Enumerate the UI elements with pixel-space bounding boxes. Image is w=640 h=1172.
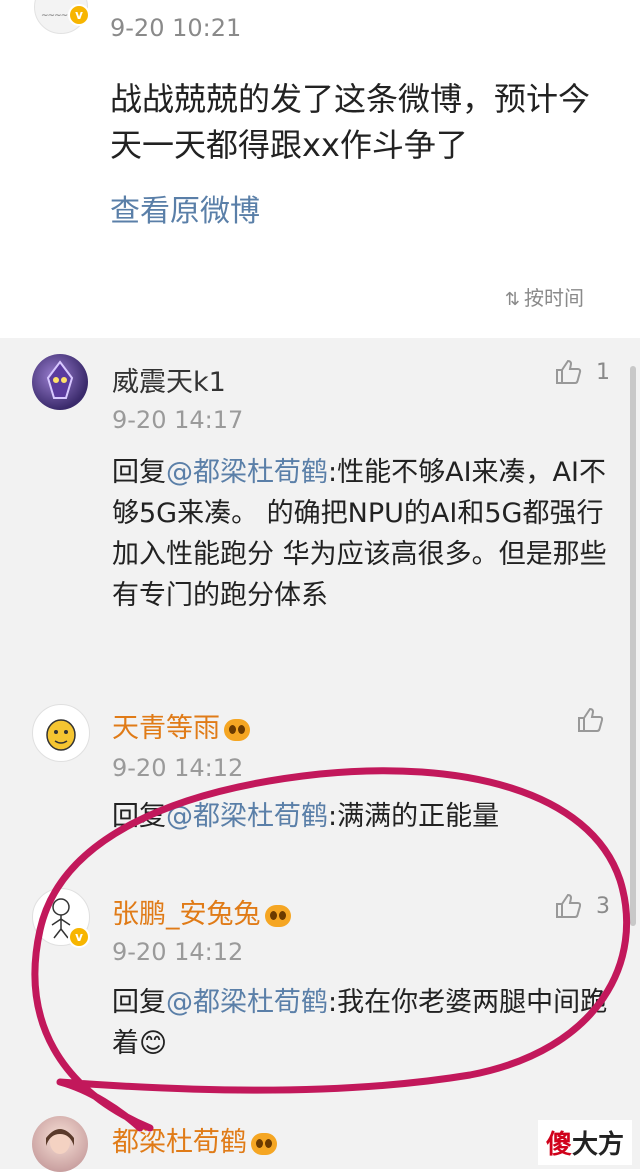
comment-username[interactable]: 威震天k1 [112,360,226,399]
comment-username[interactable]: 天青等雨 [112,706,250,745]
verified-badge-icon: v [68,4,90,26]
cartoon-dog-avatar-icon [46,719,76,751]
comment-avatar[interactable] [32,1116,88,1172]
comment-item: 天青等雨 9-20 14:12 回复@都梁杜荀鹤:满满的正能量 [0,698,640,868]
thumbs-up-icon[interactable] [554,358,582,386]
comment-body: :满满的正能量 [328,801,500,832]
watermark-red-char: 傻 [545,1130,572,1160]
comment-username[interactable]: 张鹏_安兔兔 [112,892,291,931]
username-text: 张鹏_安兔兔 [112,899,261,930]
reply-prefix: 回复 [112,801,166,832]
comment-username[interactable]: 都梁杜荀鹤 [112,1120,277,1159]
comment-text: 回复@都梁杜荀鹤:性能不够AI来凑，AI不够5G来凑。 的确把NPU的AI和5G… [112,452,612,616]
scrollbar[interactable] [630,366,636,926]
thumbs-up-icon[interactable] [554,892,582,920]
sort-by-time-button[interactable]: ⇅ 按时间 [505,282,584,311]
comment-text: 回复@都梁杜荀鹤:满满的正能量 [112,796,612,837]
original-post: ~~~~~ v 9-20 10:21 战战兢兢的发了这条微博，预计今天一天都得跟… [0,0,640,338]
comment-time: 9-20 14:12 [112,754,244,782]
view-original-link[interactable]: 查看原微博 [110,186,260,230]
sort-time-icon: ⇅ [504,289,520,310]
comment-text: 回复@都梁杜荀鹤:我在你老婆两腿中间跪着😊 [112,982,612,1064]
comment-list: 威震天k1 9-20 14:17 回复@都梁杜荀鹤:性能不够AI来凑，AI不够5… [0,338,640,1172]
username-text: 天青等雨 [112,713,220,744]
reply-prefix: 回复 [112,987,166,1018]
fan-badge-icon [224,718,250,741]
comment-time: 9-20 14:17 [112,406,244,434]
watermark-logo: 傻大方 [537,1120,632,1165]
like-count: 3 [596,894,610,919]
verified-badge-icon: v [68,926,90,948]
mention-link[interactable]: @都梁杜荀鹤 [166,987,328,1018]
reply-prefix: 回复 [112,457,166,488]
robot-avatar-icon [46,360,74,399]
comment-item: v 张鹏_安兔兔 9-20 14:12 回复@都梁杜荀鹤:我在你老婆两腿中间跪着… [0,878,640,1078]
comment-avatar[interactable] [32,354,88,410]
mention-link[interactable]: @都梁杜荀鹤 [166,801,328,832]
fan-badge-icon [251,1132,277,1155]
comment-time: 9-20 14:12 [112,938,244,966]
thumbs-up-icon[interactable] [576,706,604,734]
username-text: 都梁杜荀鹤 [112,1127,247,1158]
post-time: 9-20 10:21 [110,14,242,42]
portrait-avatar-icon [46,1129,74,1154]
mention-link[interactable]: @都梁杜荀鹤 [166,457,328,488]
comment-item: 威震天k1 9-20 14:17 回复@都梁杜荀鹤:性能不够AI来凑，AI不够5… [0,338,640,688]
watermark-rest: 大方 [571,1130,624,1160]
sort-label: 按时间 [524,286,584,310]
post-content: 战战兢兢的发了这条微博，预计今天一天都得跟xx作斗争了 [110,80,591,164]
comment-avatar[interactable] [32,704,90,762]
fan-badge-icon [264,904,291,927]
like-count: 1 [596,360,610,385]
